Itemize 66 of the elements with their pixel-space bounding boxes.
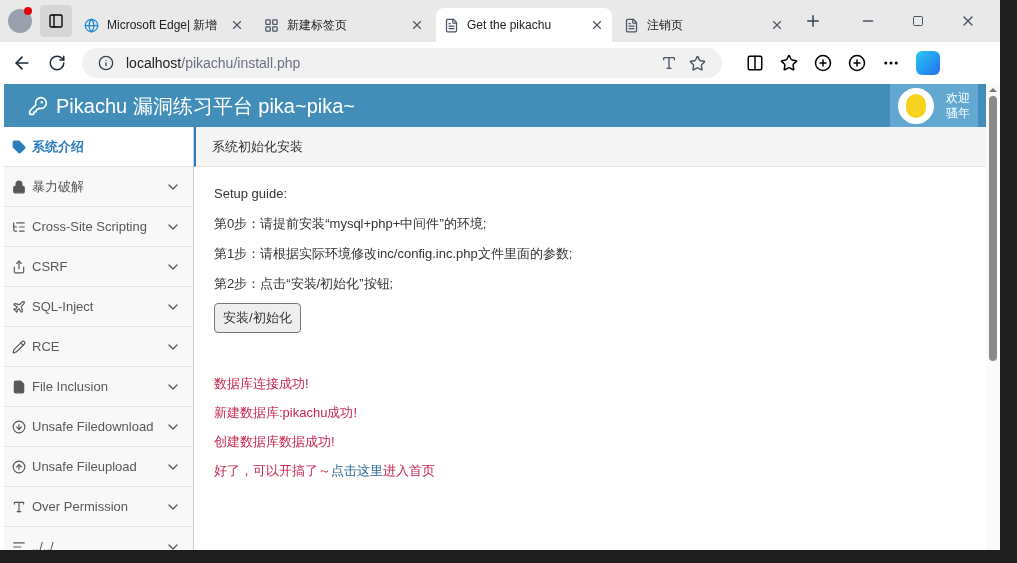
close-icon[interactable] bbox=[770, 18, 784, 32]
tab-title: 新建标签页 bbox=[287, 17, 348, 34]
lock-icon bbox=[12, 179, 26, 194]
guide-text: 第0步：请提前安装“mysql+php+中间件”的环境; bbox=[214, 215, 488, 233]
success-message: 新建数据库:pikachu成功! bbox=[214, 403, 359, 422]
browser-tab[interactable]: 新建标签页 bbox=[256, 8, 432, 42]
close-icon[interactable] bbox=[230, 18, 244, 32]
install-button[interactable]: 安装/初始化 bbox=[214, 303, 301, 333]
file-icon bbox=[12, 379, 26, 394]
panel-icon bbox=[48, 13, 64, 29]
sidebar-item[interactable]: Unsafe Fileupload bbox=[4, 447, 193, 487]
sidebar-item[interactable]: SQL-Inject bbox=[4, 287, 193, 327]
browser-logo-icon bbox=[84, 17, 99, 33]
site-title: Pikachu 漏洞练习平台 pika~pika~ bbox=[56, 93, 355, 119]
welcome-text: 欢迎 bbox=[946, 90, 970, 106]
sidebar-item[interactable]: File Inclusion bbox=[4, 367, 193, 407]
profile-avatar[interactable] bbox=[8, 9, 32, 33]
welcome-text: 骚年 bbox=[946, 105, 970, 121]
breadcrumb-text: 系统初始化安装 bbox=[212, 137, 303, 156]
info-icon bbox=[98, 55, 114, 71]
browser-tab[interactable]: 注销页 bbox=[616, 8, 792, 42]
browser-tab[interactable]: Get the pikachu bbox=[436, 8, 612, 42]
key-icon bbox=[28, 95, 48, 116]
pencil-icon bbox=[12, 339, 26, 354]
text-icon bbox=[12, 499, 26, 514]
sidebar-item[interactable]: Cross-Site Scripting bbox=[4, 207, 193, 247]
page-icon bbox=[624, 17, 639, 33]
guide-text: 第1步：请根据实际环境修改inc/config.inc.php文件里面的参数; bbox=[214, 245, 574, 263]
sidebar-item[interactable]: Over Permission bbox=[4, 487, 193, 527]
favorite-icon[interactable] bbox=[689, 54, 706, 72]
sidebar-item[interactable]: CSRF bbox=[4, 247, 193, 287]
grid-icon bbox=[264, 17, 279, 33]
close-icon[interactable] bbox=[590, 18, 604, 32]
final-message: 进入首页 bbox=[383, 461, 435, 480]
maximize-icon[interactable] bbox=[912, 15, 924, 27]
favorites-icon[interactable] bbox=[780, 54, 798, 72]
sidebar-item[interactable]: RCE bbox=[4, 327, 193, 367]
url-text: localhost/pikachu/install.php bbox=[126, 53, 302, 73]
guide-text: 第2步：点击“安装/初始化”按钮; bbox=[214, 275, 395, 293]
share-icon bbox=[12, 259, 26, 274]
sidebar-item[interactable]: Unsafe Filedownload bbox=[4, 407, 193, 447]
tab-actions-button[interactable] bbox=[40, 5, 72, 37]
list-icon bbox=[12, 219, 26, 234]
plane-icon bbox=[12, 299, 26, 314]
sidebar-item[interactable]: 系统介绍 bbox=[4, 127, 193, 167]
browser-tab[interactable]: Microsoft Edge| 新增 bbox=[76, 8, 252, 42]
sidebar-item[interactable]: 暴力破解 bbox=[4, 167, 193, 207]
home-link[interactable]: 点击这里 bbox=[331, 455, 383, 485]
address-bar[interactable]: localhost/pikachu/install.php bbox=[82, 48, 722, 78]
tab-title: Get the pikachu bbox=[467, 17, 553, 34]
page-icon bbox=[444, 17, 459, 33]
split-icon[interactable] bbox=[746, 54, 764, 72]
scrollbar[interactable] bbox=[986, 84, 1000, 550]
download-icon bbox=[12, 419, 26, 434]
tab-title: Microsoft Edge| 新增 bbox=[107, 17, 219, 34]
upload-icon bbox=[12, 459, 26, 474]
guide-text: Setup guide: bbox=[214, 185, 288, 203]
new-tab-icon[interactable] bbox=[804, 12, 822, 30]
final-message: 好了，可以开搞了～ bbox=[214, 461, 331, 480]
lines-icon bbox=[12, 539, 26, 550]
success-message: 数据库连接成功! bbox=[214, 374, 310, 393]
close-icon[interactable] bbox=[410, 18, 424, 32]
reload-icon[interactable] bbox=[48, 54, 66, 72]
tag-icon bbox=[12, 139, 26, 154]
tab-title: 注销页 bbox=[647, 17, 684, 34]
success-message: 创建数据库数据成功! bbox=[214, 432, 336, 451]
